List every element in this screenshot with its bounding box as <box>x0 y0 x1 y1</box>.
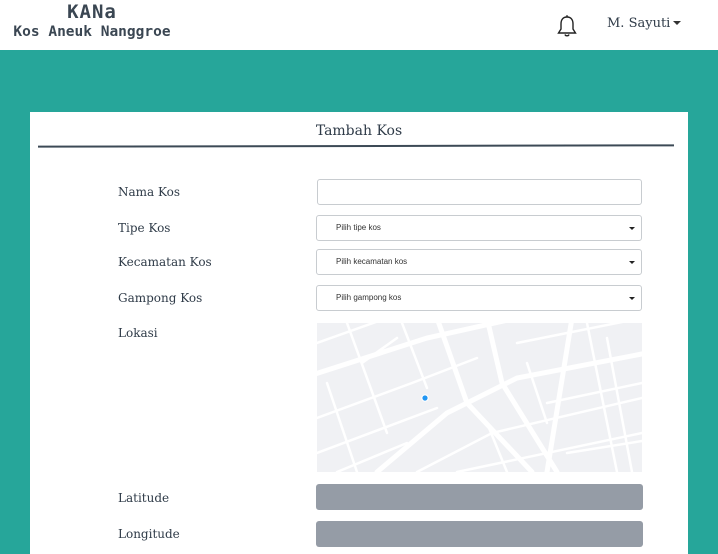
longitude-label: Longitude <box>118 527 180 541</box>
tipe-kos-select[interactable]: Pilih tipe kos <box>316 215 642 241</box>
brand-subtitle: Kos Aneuk Nanggroe <box>13 24 171 40</box>
longitude-field <box>316 521 643 547</box>
location-map[interactable] <box>317 323 642 472</box>
tipe-kos-label: Tipe Kos <box>118 221 171 235</box>
kecamatan-kos-label: Kecamatan Kos <box>118 255 212 269</box>
kecamatan-kos-select[interactable]: Pilih kecamatan kos <box>316 249 642 275</box>
brand-title: KANa <box>67 1 117 23</box>
lokasi-label: Lokasi <box>118 326 158 340</box>
caret-down-icon <box>629 227 635 230</box>
gampong-kos-selected: Pilih gampong kos <box>336 293 402 302</box>
caret-down-icon <box>629 261 635 264</box>
bell-icon[interactable] <box>554 13 580 39</box>
caret-down-icon <box>629 297 635 300</box>
user-name[interactable]: M. Sayuti <box>607 16 670 31</box>
kecamatan-kos-selected: Pilih kecamatan kos <box>336 257 408 266</box>
add-kos-form-card: Tambah Kos Nama Kos Tipe Kos Pilih tipe … <box>30 112 688 554</box>
gampong-kos-select[interactable]: Pilih gampong kos <box>316 285 642 311</box>
tipe-kos-selected: Pilih tipe kos <box>336 223 381 232</box>
caret-down-icon[interactable] <box>673 21 681 25</box>
latitude-label: Latitude <box>118 491 170 505</box>
nama-kos-input[interactable] <box>317 179 642 205</box>
map-marker-icon[interactable] <box>421 394 429 402</box>
nama-kos-label: Nama Kos <box>118 185 181 199</box>
form-title: Tambah Kos <box>315 123 403 139</box>
top-navbar: KANa Kos Aneuk Nanggroe M. Sayuti <box>0 0 718 50</box>
latitude-field <box>316 484 643 510</box>
brand-logo[interactable]: KANa Kos Aneuk Nanggroe <box>12 3 172 40</box>
gampong-kos-label: Gampong Kos <box>118 291 203 305</box>
title-divider <box>38 144 674 148</box>
